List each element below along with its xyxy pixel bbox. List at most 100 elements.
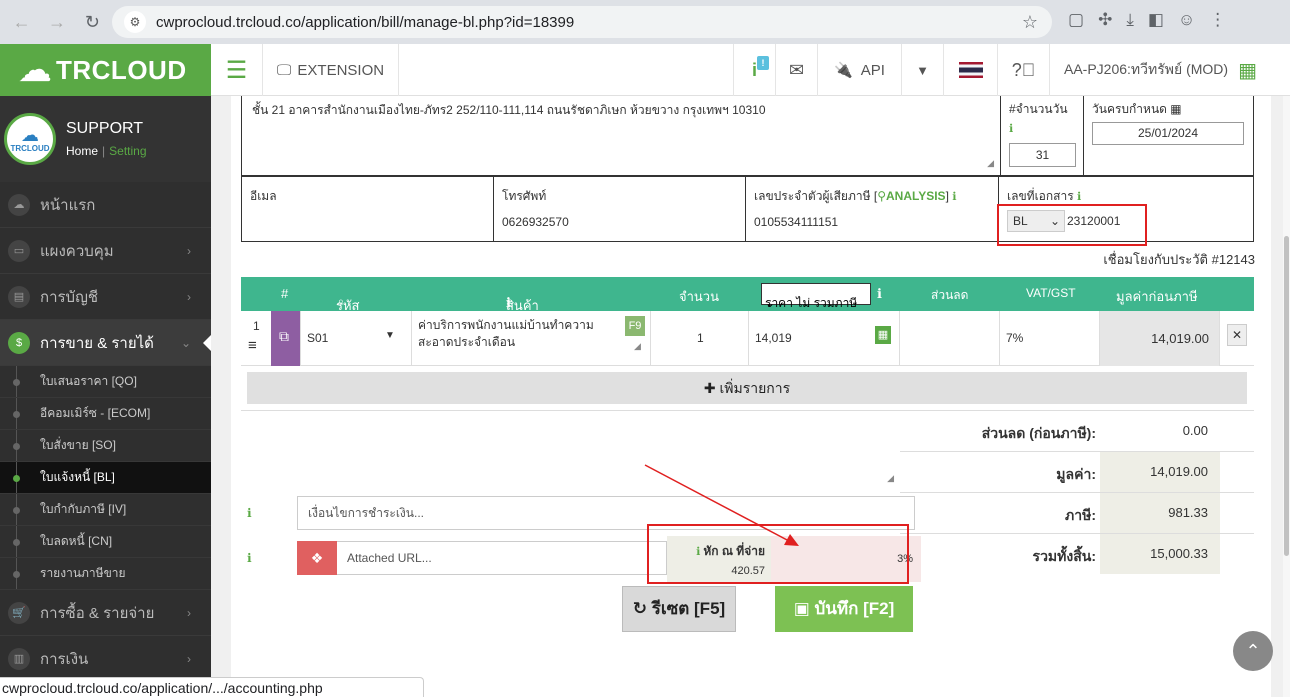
language-flag-button[interactable] xyxy=(943,44,997,96)
bookmark-star-icon[interactable]: ☆ xyxy=(1022,12,1038,33)
discount-total-input[interactable]: 0.00 xyxy=(1100,411,1220,451)
summary-table: ส่วนลด (ก่อนภาษี): 0.00 มูลค่า: 14,019.0… xyxy=(900,410,1254,574)
profile-avatar-icon[interactable]: ☺ xyxy=(1178,10,1195,30)
sidebar-item-finance[interactable]: ▥ การเงิน › xyxy=(0,636,211,682)
vat-value: 7% xyxy=(1006,331,1024,345)
grid-apps-icon[interactable]: ▦ xyxy=(1238,58,1257,83)
due-date-input[interactable]: 25/01/2024 xyxy=(1092,122,1244,145)
resize-handle-icon[interactable]: ◢ xyxy=(887,473,894,484)
sidebar: ☁ TRCLOUD SUPPORT Home | Setting ☁ หน้าแรก … xyxy=(0,96,211,697)
attached-url-input[interactable]: Attached URL... xyxy=(337,541,667,575)
taxid-label-group: เลขประจำตัวผู้เสียภาษี [⚲ANALYSIS] ℹ xyxy=(754,189,957,203)
save-button[interactable]: ▣ บันทึก [F2] xyxy=(775,586,913,632)
sidebar-subitem-iv[interactable]: ใบกำกับภาษี [IV] xyxy=(0,494,211,526)
sidebar-item-sales[interactable]: $ การขาย & รายได้ ⌄ xyxy=(0,320,211,366)
extension-chat-icon[interactable]: ▢ xyxy=(1068,10,1084,30)
highlight-box-docno xyxy=(997,204,1147,246)
download-icon[interactable]: ⤓ xyxy=(1126,10,1134,30)
days-input[interactable]: 31 xyxy=(1009,143,1076,167)
sidebar-item-accounting[interactable]: ▤ การบัญชี › xyxy=(0,274,211,320)
home-link[interactable]: Home xyxy=(66,144,98,158)
back-icon[interactable]: ← xyxy=(9,12,35,33)
email-cell: อีเมล xyxy=(242,177,494,241)
sidebar-subitem-label: ใบกำกับภาษี [IV] xyxy=(40,502,127,516)
value-amount: 14,019.00 xyxy=(1100,452,1220,492)
link-history[interactable]: เชื่อมโยงกับประวัติ #12143 xyxy=(1103,249,1255,270)
sidebar-item-label: แผงควบคุม xyxy=(40,242,114,260)
reset-button[interactable]: ↻ รีเซต [F5] xyxy=(622,586,736,632)
hamburger-menu-icon[interactable]: ☰ xyxy=(211,44,263,96)
discount-label: ส่วนลด (ก่อนภาษี): xyxy=(981,425,1096,441)
dropbox-icon[interactable]: ❖ xyxy=(297,541,337,575)
api-button[interactable]: 🔌 API xyxy=(817,44,901,96)
add-item-button[interactable]: ✚ เพิ่มรายการ xyxy=(247,372,1247,404)
code-select[interactable]: S01 ▼ xyxy=(301,311,412,366)
due-date-label: วันครบกำหนด ▦ xyxy=(1092,102,1182,116)
total-amount: 15,000.33 xyxy=(1100,534,1220,574)
scrollbar-thumb[interactable] xyxy=(1284,236,1289,556)
price-cell[interactable]: 14,019 ▦ xyxy=(749,311,900,366)
help-icon[interactable]: ?⃝ xyxy=(997,44,1049,96)
bullet-dot xyxy=(13,411,20,418)
plug-icon: 🔌 xyxy=(834,62,853,79)
address-bar[interactable]: ⚙ cwprocloud.trcloud.co/application/bill… xyxy=(112,6,1052,38)
forward-icon[interactable]: → xyxy=(44,12,70,33)
extension-button[interactable]: 🖵 EXTENSION xyxy=(263,44,399,96)
sidebar-subitem-ecom[interactable]: อีคอมเมิร์ซ - [ECOM] xyxy=(0,398,211,430)
api-label: API xyxy=(860,61,885,79)
price-mode-select[interactable]: ราคา ไม่ รวมภาษี ⌄ xyxy=(761,283,871,310)
resize-handle-icon[interactable]: ◢ xyxy=(987,158,994,169)
f9-button[interactable]: F9 xyxy=(625,316,645,336)
sidebar-subitem-so[interactable]: ใบสั่งขาย [SO] xyxy=(0,430,211,462)
sidebar-subitem-sales-tax-report[interactable]: รายงานภาษีขาย xyxy=(0,558,211,590)
remove-row-button[interactable]: ✕ xyxy=(1227,324,1247,346)
info-icon: ℹ xyxy=(952,191,957,203)
thai-flag-icon xyxy=(958,62,983,78)
chevron-down-icon: ⌄ xyxy=(180,335,191,350)
info-button[interactable]: i! xyxy=(733,44,775,96)
sidebar-item-dashboard[interactable]: ▭ แผงควบคุม › xyxy=(0,228,211,274)
resize-handle-icon[interactable]: ◢ xyxy=(634,341,641,352)
phone-field[interactable]: 0626932570 xyxy=(502,215,569,229)
sidebar-subitem-qo[interactable]: ใบเสนอราคา [QO] xyxy=(0,366,211,398)
taxid-field[interactable]: 0105534111151 xyxy=(754,215,838,229)
analysis-link[interactable]: ⚲ANALYSIS xyxy=(877,189,945,203)
sidebar-item-home[interactable]: ☁ หน้าแรก xyxy=(0,182,211,228)
discount-cell[interactable] xyxy=(900,311,1000,366)
cart-icon: 🛒 xyxy=(8,601,30,624)
table-row: 1 ≡ ⧉ S01 ▼ ค่าบริการพนักงานแม่บ้านทำควา… xyxy=(241,311,1254,366)
summary-value-row: มูลค่า: 14,019.00 xyxy=(900,451,1254,492)
link-separator: | xyxy=(102,144,106,158)
drag-handle-icon[interactable]: ≡ xyxy=(248,337,257,354)
user-menu[interactable]: AA-PJ206:ทวีทรัพย์ (MOD) ▦ xyxy=(1049,44,1285,96)
brand-logo[interactable]: ☁ TRCLOUD xyxy=(0,44,211,96)
extensions-puzzle-icon[interactable]: ✣ xyxy=(1098,10,1112,30)
chevron-right-icon: › xyxy=(187,651,191,666)
scroll-top-button[interactable]: ⌃ xyxy=(1233,631,1273,671)
setting-link[interactable]: Setting xyxy=(109,144,146,158)
total-label: รวมทั้งสิ้น: xyxy=(1032,548,1096,564)
mail-icon[interactable]: ✉ xyxy=(775,44,817,96)
sidebar-subitem-cn[interactable]: ใบลดหนี้ [CN] xyxy=(0,526,211,558)
address-text: ชั้น 21 อาคารสำนักงานเมืองไทย-ภัทร2 252/… xyxy=(252,103,766,117)
site-info-icon[interactable]: ⚙ xyxy=(124,11,146,33)
copy-row-button[interactable]: ⧉ xyxy=(271,311,301,366)
page-scrollbar[interactable] xyxy=(1283,96,1290,697)
bill-form: ชั้น 21 อาคารสำนักงานเมืองไทย-ภัทร2 252/… xyxy=(231,96,1273,697)
browser-menu-icon[interactable]: ⋮ xyxy=(1209,10,1226,30)
bullet-dot xyxy=(13,443,20,450)
vat-cell[interactable]: 7% xyxy=(1000,311,1100,366)
col-vat: VAT/GST xyxy=(1026,286,1076,300)
dropdown-caret-icon[interactable]: ▼ xyxy=(901,44,943,96)
sidebar-item-purchases[interactable]: 🛒 การซื้อ & รายจ่าย › xyxy=(0,590,211,636)
sidepanel-icon[interactable]: ◧ xyxy=(1148,10,1164,30)
address-textarea[interactable]: ชั้น 21 อาคารสำนักงานเมืองไทย-ภัทร2 252/… xyxy=(241,96,1000,176)
sidebar-subitem-bl[interactable]: ใบแจ้งหนี้ [BL] xyxy=(0,462,211,494)
info-icon: ℹ xyxy=(877,286,882,301)
calculator-icon[interactable]: ▦ xyxy=(875,326,891,344)
product-textarea[interactable]: ค่าบริการพนักงานแม่บ้านทำความสะอาดประจำเ… xyxy=(412,311,651,366)
reload-icon[interactable]: ↻ xyxy=(79,12,105,33)
sidebar-item-label: การบัญชี xyxy=(40,288,99,306)
company-logo: ☁ TRCLOUD xyxy=(4,113,56,165)
qty-cell[interactable]: 1 xyxy=(651,311,749,366)
